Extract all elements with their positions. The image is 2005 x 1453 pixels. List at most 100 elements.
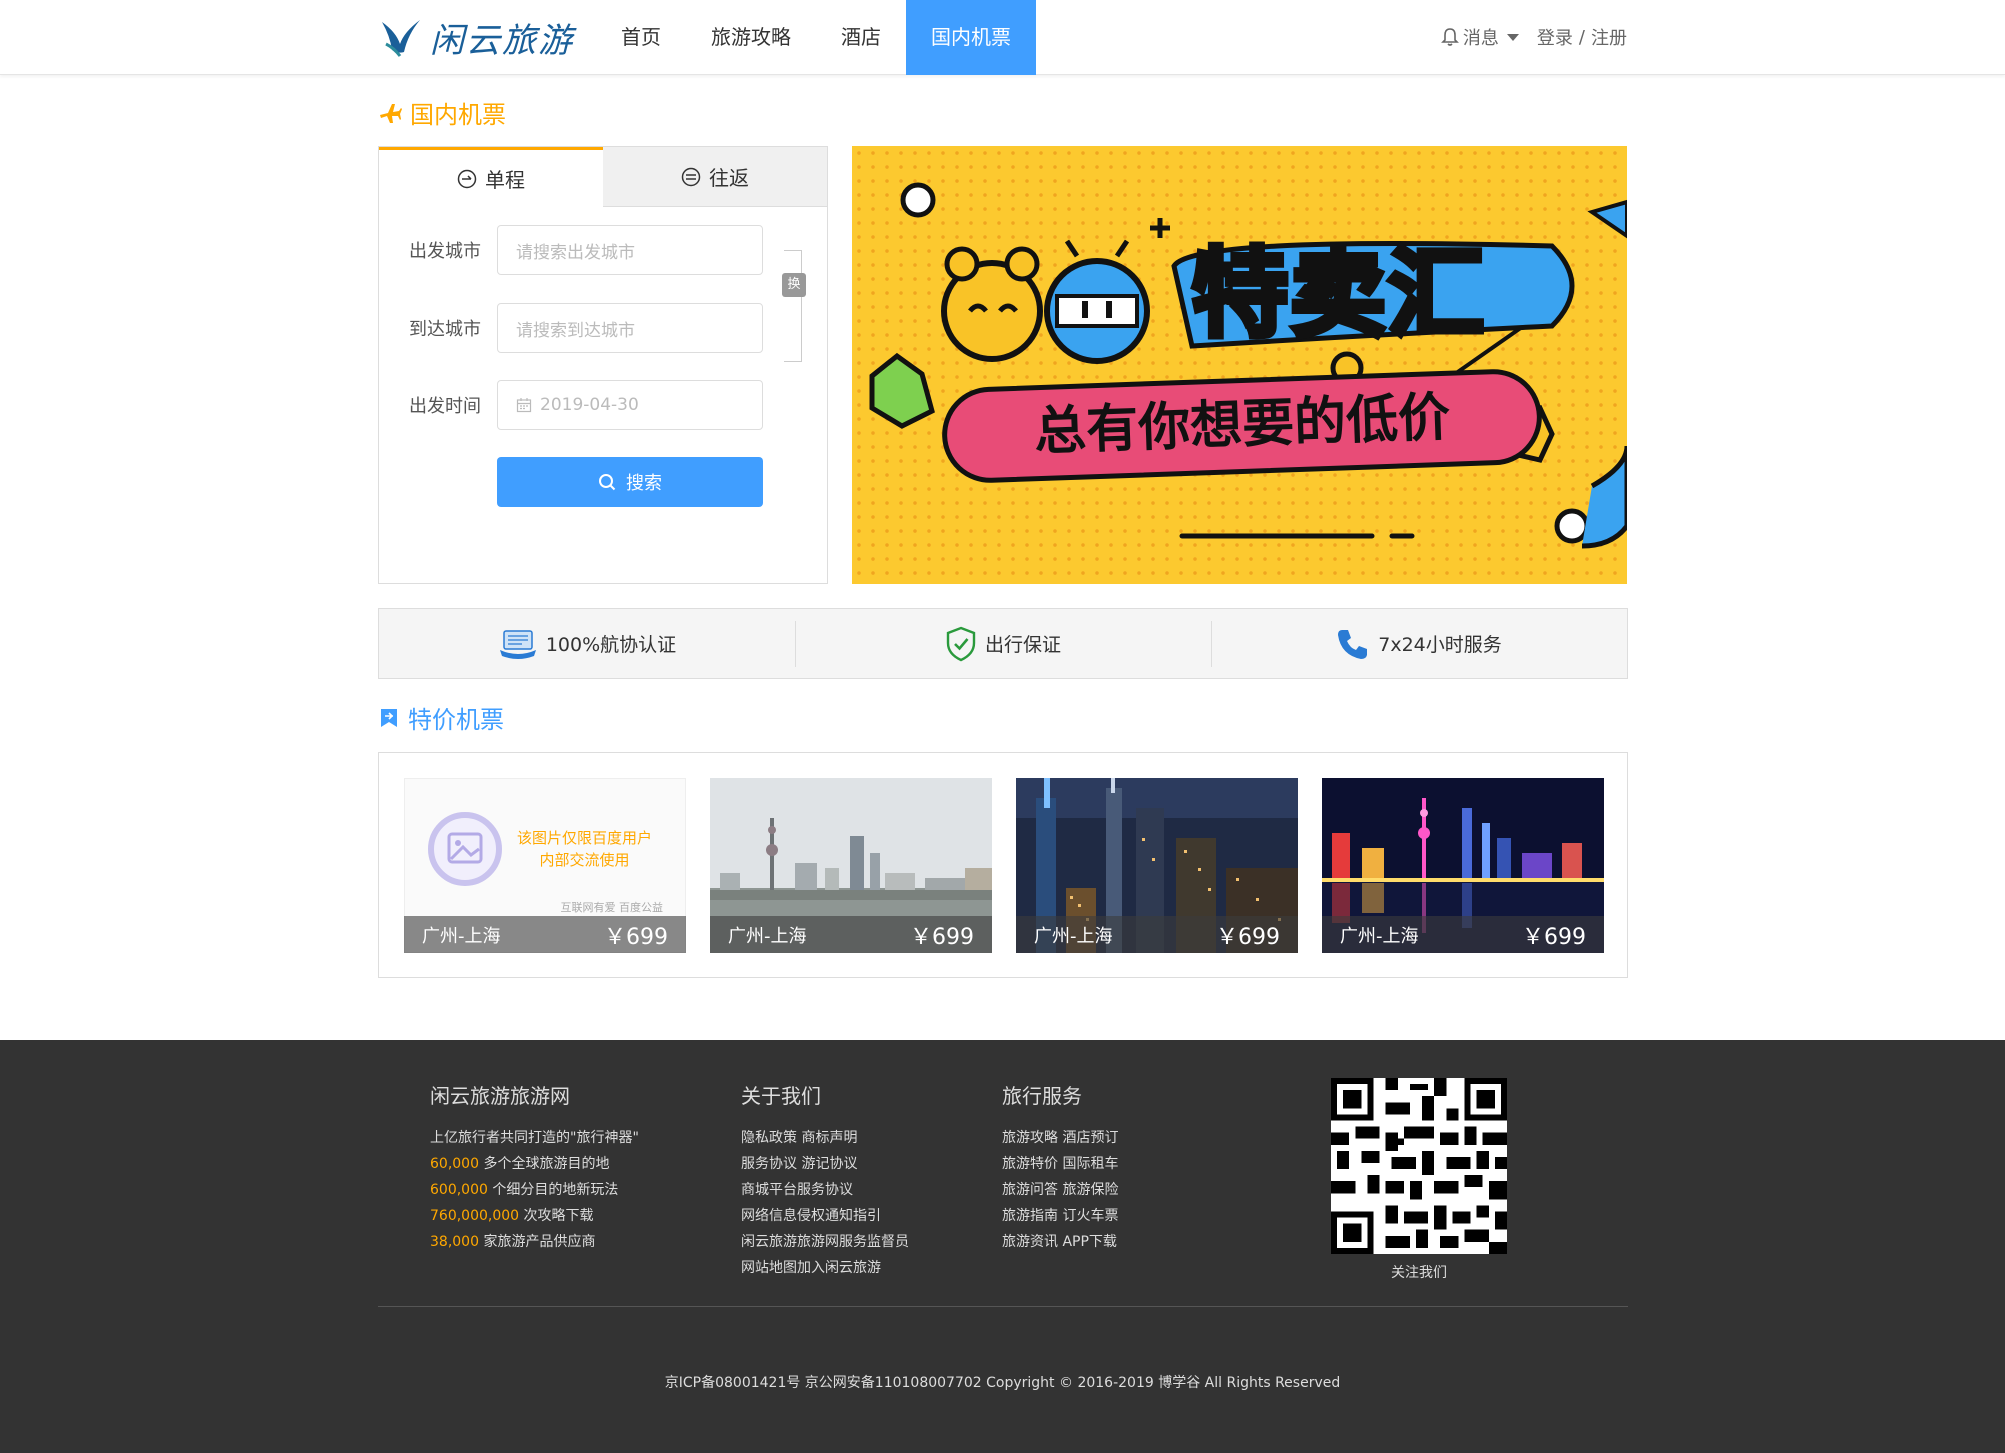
top-header: 闲云旅游 首页 旅游攻略 酒店 国内机票 消息 登录 / 注册 [0, 0, 2005, 75]
arrive-row: 到达城市 请搜索到达城市 [379, 303, 763, 353]
deal-card[interactable]: 广州-上海 ￥699 [1322, 778, 1604, 953]
footer-stat-text: 个细分目的地新玩法 [487, 1182, 619, 1198]
footer-stat: 60,000 多个全球旅游目的地 [430, 1151, 639, 1177]
swap-cities-button[interactable]: 换 [782, 273, 806, 297]
deal-price: ￥699 [1522, 924, 1586, 950]
footer-stat-number: 760,000,000 [430, 1208, 520, 1224]
qr-code-label: 关注我们 [1391, 1265, 1447, 1281]
user-area: 消息 登录 / 注册 [1440, 24, 1627, 50]
nav-domestic-flights[interactable]: 国内机票 [906, 0, 1036, 75]
register-link[interactable]: 注册 [1591, 24, 1627, 50]
flight-section-title: 国内机票 [378, 95, 506, 130]
deals-section-title: 特价机票 [378, 700, 504, 735]
footer-stat-text: 多个全球旅游目的地 [479, 1156, 610, 1172]
trip-type-tabs: 单程 往返 [379, 147, 827, 207]
footer-stat-number: 60,000 [430, 1156, 479, 1172]
feature-travel-guarantee: 出行保证 [795, 609, 1211, 678]
search-button-label: 搜索 [626, 473, 662, 494]
feature-24h-service-label: 7x24小时服务 [1378, 634, 1502, 656]
deal-caption: 广州-上海 ￥699 [1016, 916, 1298, 953]
site-footer: 闲云旅游旅游网 上亿旅行者共同打造的"旅行神器" 60,000 多个全球旅游目的… [0, 1040, 2005, 1453]
footer-stat-text: 次攻略下载 [519, 1208, 594, 1224]
footer-divider [378, 1306, 1628, 1307]
deal-route: 广州-上海 [422, 925, 501, 947]
placeholder-caption: 该图片仅限百度用户 内部交流使用 [517, 827, 652, 871]
nav-home[interactable]: 首页 [596, 0, 686, 75]
messages-link[interactable]: 消息 [1463, 24, 1499, 50]
bell-icon[interactable] [1440, 27, 1459, 47]
phone-icon [1338, 629, 1368, 659]
promo-banner[interactable]: 特卖汇 总有你想要的低价 [852, 146, 1627, 584]
footer-link[interactable]: 隐私政策 商标声明 [741, 1125, 909, 1151]
depart-date-input[interactable]: 2019-04-30 [497, 380, 763, 430]
footer-intro: 上亿旅行者共同打造的"旅行神器" [430, 1130, 639, 1146]
footer-link[interactable]: 闲云旅游旅游网服务监督员 [741, 1229, 909, 1255]
banner-decoration [852, 146, 1627, 584]
tab-round-trip[interactable]: 往返 [603, 147, 827, 207]
copyright-text: 京ICP备08001421号 京公网安备110108007702 Copyrig… [664, 1375, 1341, 1391]
footer-stat: 600,000 个细分目的地新玩法 [430, 1177, 639, 1203]
qr-code-image [1331, 1078, 1507, 1254]
footer-link[interactable]: 旅游指南 订火车票 [1002, 1203, 1118, 1229]
footer-link[interactable]: 旅游资讯 APP下载 [1002, 1229, 1118, 1255]
bookmark-flag-icon [381, 708, 397, 727]
footer-about-us: 关于我们 隐私政策 商标声明 服务协议 游记协议 商城平台服务协议 网络信息侵权… [741, 1080, 909, 1281]
banner-title: 特卖汇 [1189, 235, 1487, 353]
footer-travel-services: 旅行服务 旅游攻略 酒店预订 旅游特价 国际租车 旅游问答 旅游保险 旅游指南 … [1002, 1080, 1118, 1255]
deal-card[interactable]: 该图片仅限百度用户 内部交流使用 互联网有爱 百度公益 广州-上海 ￥699 [404, 778, 686, 953]
flight-search-panel: 单程 往返 出发城市 请搜索出发城市 到达城市 请搜索到达城市 换 出发时间 2… [378, 146, 828, 584]
shield-check-icon [946, 626, 976, 661]
logo-icon [382, 20, 420, 57]
deal-card[interactable]: 广州-上海 ￥699 [710, 778, 992, 953]
footer-link[interactable]: 网站地图加入闲云旅游 [741, 1255, 909, 1281]
chevron-down-icon[interactable] [1506, 33, 1519, 41]
calendar-icon [516, 398, 532, 413]
depart-city-placeholder: 请搜索出发城市 [516, 242, 635, 263]
deal-caption: 广州-上海 ￥699 [1322, 916, 1604, 953]
deal-price: ￥699 [910, 924, 974, 950]
placeholder-caption-line2: 内部交流使用 [539, 851, 630, 869]
footer-stat-number: 600,000 [430, 1182, 488, 1198]
deal-route: 广州-上海 [728, 925, 807, 947]
depart-row: 出发城市 请搜索出发城市 [379, 225, 763, 275]
footer-col2-title: 关于我们 [741, 1084, 821, 1108]
deal-caption: 广州-上海 ￥699 [710, 916, 992, 953]
footer-link[interactable]: 旅游问答 旅游保险 [1002, 1177, 1118, 1203]
footer-link[interactable]: 服务协议 游记协议 [741, 1151, 909, 1177]
arrive-city-placeholder: 请搜索到达城市 [516, 320, 635, 341]
logo-text: 闲云旅游 [430, 20, 574, 61]
footer-stat-number: 38,000 [430, 1234, 479, 1250]
certificate-icon [499, 629, 536, 659]
footer-stat: 38,000 家旅游产品供应商 [430, 1229, 639, 1255]
tab-one-way[interactable]: 单程 [379, 147, 603, 207]
deal-route: 广州-上海 [1034, 925, 1113, 947]
footer-link[interactable]: 商城平台服务协议 [741, 1177, 909, 1203]
deal-card[interactable]: 广州-上海 ￥699 [1016, 778, 1298, 953]
nav-hotels[interactable]: 酒店 [816, 0, 906, 75]
tab-round-trip-label: 往返 [709, 166, 749, 190]
deal-caption: 广州-上海 ￥699 [404, 916, 686, 953]
arrive-city-input[interactable]: 请搜索到达城市 [497, 303, 763, 353]
footer-link[interactable]: 旅游特价 国际租车 [1002, 1151, 1118, 1177]
footer-col3-title: 旅行服务 [1002, 1084, 1082, 1108]
site-logo[interactable]: 闲云旅游 [378, 12, 574, 62]
tab-one-way-label: 单程 [485, 168, 525, 192]
login-link[interactable]: 登录 [1537, 24, 1573, 50]
footer-col1-title: 闲云旅游旅游网 [430, 1084, 570, 1108]
round-trip-icon [681, 167, 701, 186]
depart-city-input[interactable]: 请搜索出发城市 [497, 225, 763, 275]
nav-travel-guides[interactable]: 旅游攻略 [686, 0, 816, 75]
footer-stat: 760,000,000 次攻略下载 [430, 1203, 639, 1229]
footer-link[interactable]: 网络信息侵权通知指引 [741, 1203, 909, 1229]
footer-about-site: 闲云旅游旅游网 上亿旅行者共同打造的"旅行神器" 60,000 多个全球旅游目的… [430, 1080, 639, 1255]
search-button[interactable]: 搜索 [497, 457, 763, 507]
swap-bracket [784, 250, 802, 362]
deal-price: ￥699 [1216, 924, 1280, 950]
depart-label: 出发城市 [409, 241, 481, 262]
feature-certification: 100%航协认证 [379, 609, 795, 678]
main-nav: 首页 旅游攻略 酒店 国内机票 [596, 0, 1036, 75]
footer-link[interactable]: 旅游攻略 酒店预订 [1002, 1125, 1118, 1151]
depart-date-value: 2019-04-30 [540, 395, 639, 415]
deal-price: ￥699 [604, 924, 668, 950]
login-separator: / [1578, 26, 1585, 48]
